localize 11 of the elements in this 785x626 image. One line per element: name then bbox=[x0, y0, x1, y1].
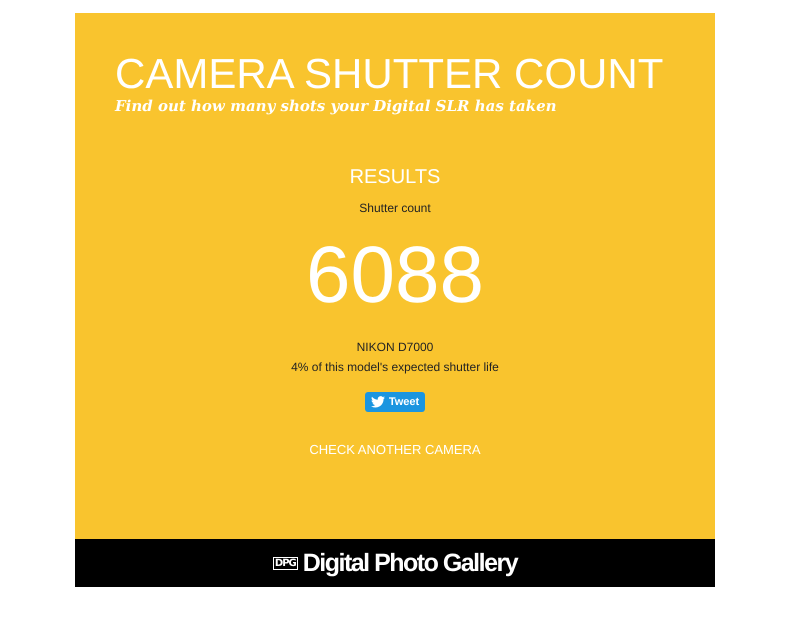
shutter-count: 6088 bbox=[306, 235, 484, 315]
count-label: Shutter count bbox=[359, 201, 431, 215]
page-subtitle: Find out how many shots your Digital SLR has taken bbox=[115, 97, 557, 115]
logo-text: Digital Photo Gallery bbox=[302, 548, 518, 578]
tweet-button[interactable]: Tweet bbox=[364, 392, 426, 412]
shutter-life-note: 4% of this model's expected shutter life bbox=[291, 360, 499, 374]
bird-icon bbox=[370, 396, 385, 408]
results-heading: RESULTS bbox=[350, 165, 440, 189]
page-title: CAMERA SHUTTER COUNT bbox=[115, 51, 664, 97]
camera-model: NIKON D7000 bbox=[356, 340, 434, 354]
logo-mark: DPG bbox=[272, 556, 298, 570]
